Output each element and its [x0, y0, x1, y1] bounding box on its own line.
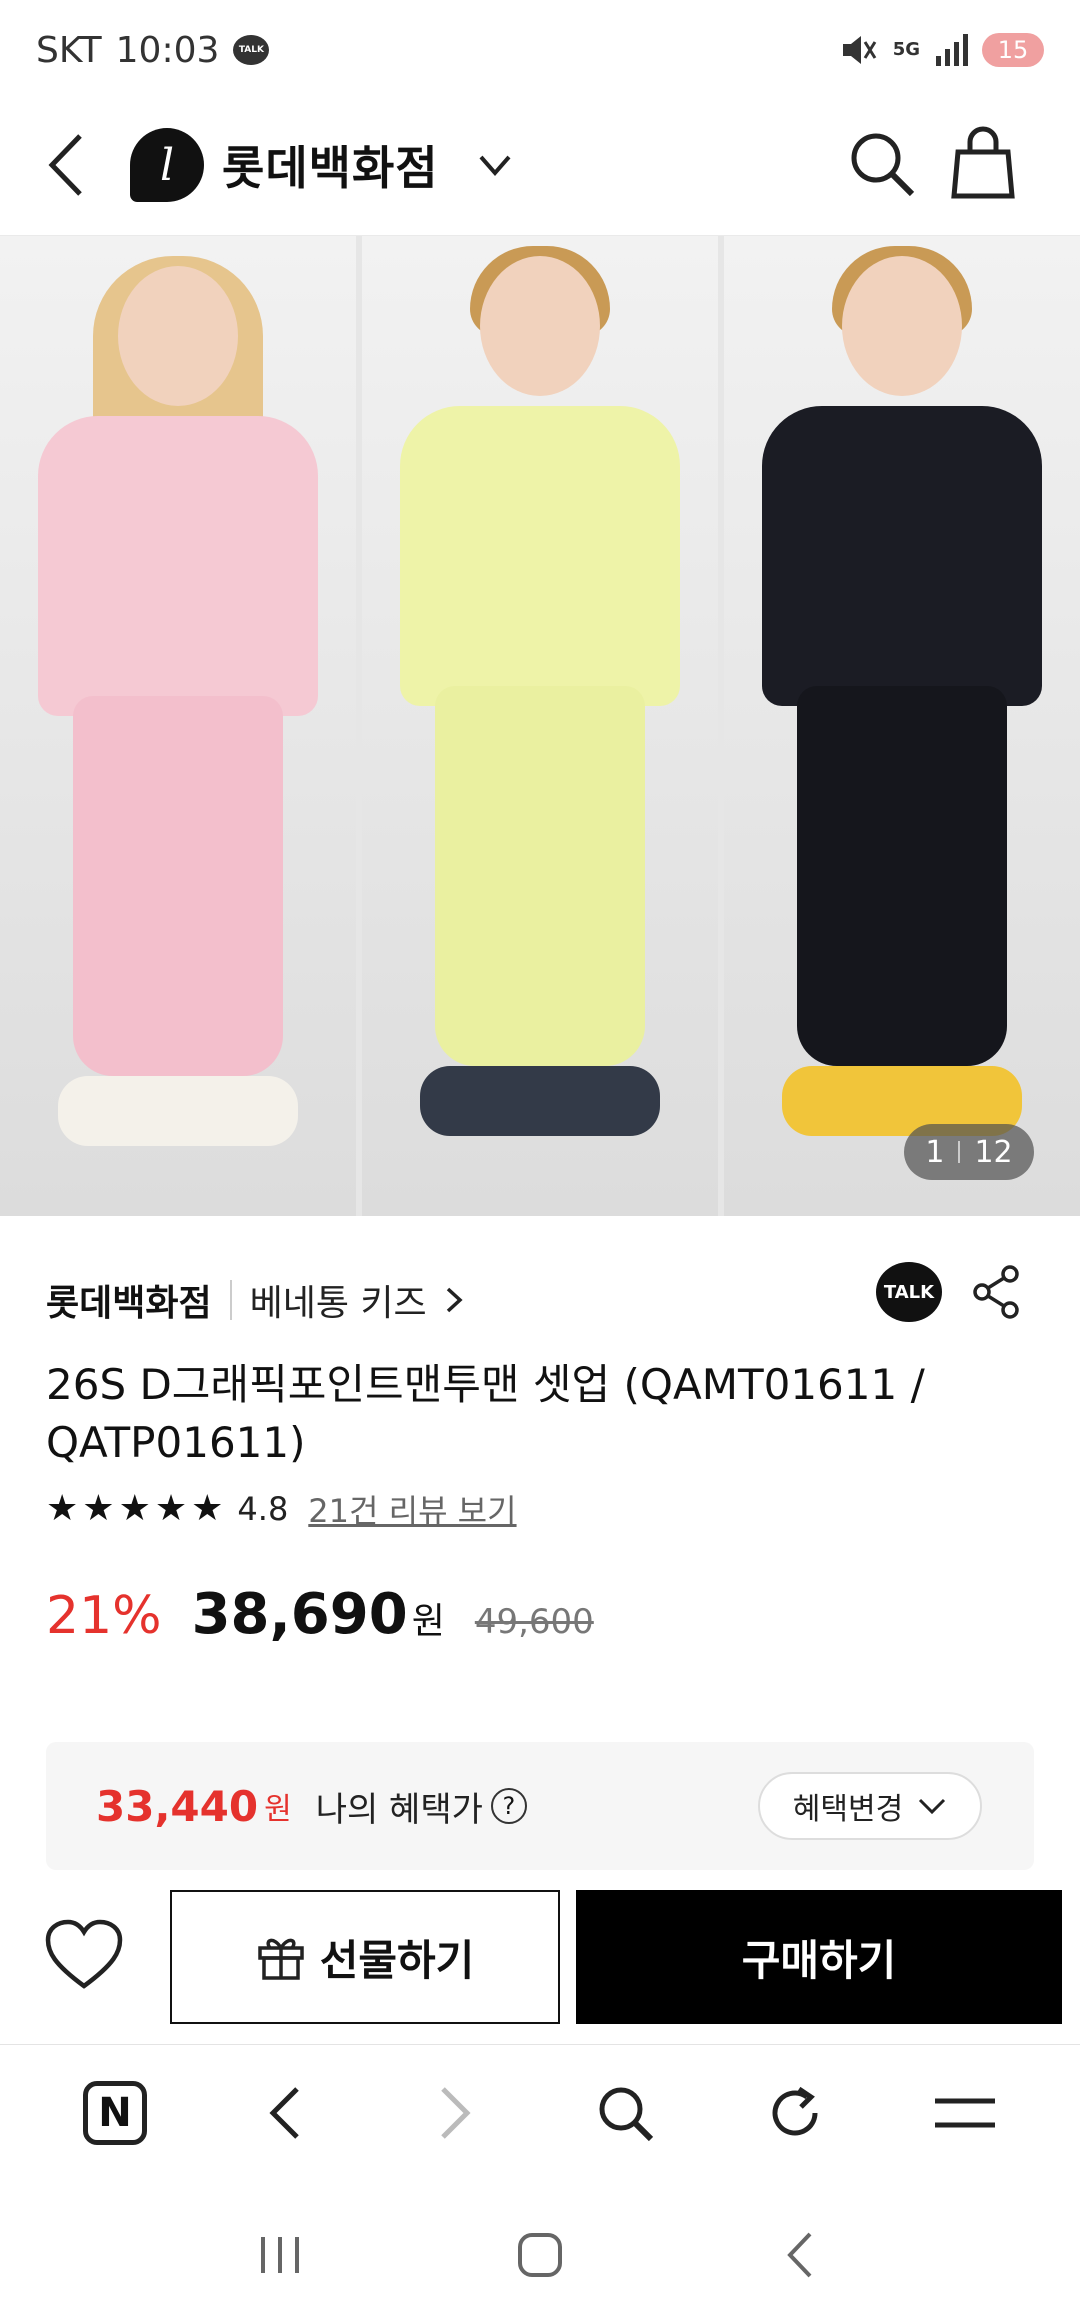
- brand-selector[interactable]: l 롯데백화점: [130, 128, 515, 202]
- brand-store-link[interactable]: 베네통 키즈: [250, 1274, 465, 1326]
- model-figure: [28, 256, 328, 1156]
- network-5g-icon: 5G: [892, 39, 920, 60]
- back-arrow-icon: [269, 2086, 299, 2139]
- browser-search-button[interactable]: [585, 2073, 665, 2153]
- benefit-change-label: 혜택변경: [792, 1792, 904, 1827]
- heart-icon[interactable]: [44, 1916, 124, 1996]
- benefit-label: 나의 혜택가: [315, 1789, 483, 1830]
- counter-divider: [958, 1141, 961, 1163]
- model-figure: [390, 246, 690, 1146]
- brand-store-label: 베네통 키즈: [249, 1283, 427, 1324]
- star-icon: ★: [82, 1488, 115, 1529]
- share-icon[interactable]: [972, 1264, 1022, 1320]
- gallery-image-black-set: 1 12: [724, 236, 1080, 1216]
- star-icon: ★: [154, 1488, 188, 1529]
- signal-icon: [936, 34, 968, 66]
- help-icon[interactable]: ?: [490, 1788, 527, 1824]
- status-right: 5G 15: [839, 32, 1044, 68]
- refresh-icon: [772, 2086, 818, 2135]
- gallery-current-page: 1: [925, 1134, 945, 1170]
- shopping-bag-icon[interactable]: [950, 126, 1016, 200]
- lotte-logo-icon: l: [130, 128, 204, 202]
- gallery-image-yellow-set: [362, 236, 718, 1216]
- hamburger-menu-icon: [935, 2098, 995, 2127]
- browser-menu-button[interactable]: [925, 2073, 1005, 2153]
- purchase-action-bar: 선물하기 구매하기: [0, 1890, 1080, 2026]
- discount-rate: 21%: [46, 1586, 162, 1646]
- sale-price: 38,690: [191, 1582, 408, 1647]
- seller-row: 롯데백화점 베네통 키즈: [46, 1274, 465, 1326]
- mute-icon: [842, 36, 876, 64]
- gallery-image-pink-set: [0, 236, 356, 1216]
- review-link[interactable]: 21건 리뷰 보기: [308, 1486, 516, 1532]
- benefit-change-button[interactable]: 혜택변경: [758, 1772, 982, 1840]
- gallery-total-pages: 12: [974, 1134, 1013, 1170]
- browser-toolbar: N: [0, 2044, 1080, 2180]
- price-currency: 원: [411, 1601, 445, 1642]
- rating-row: ★ ★ ★ ★ ★ 4.8 21건 리뷰 보기: [46, 1486, 517, 1532]
- product-image-gallery[interactable]: 1 12: [0, 236, 1080, 1216]
- gallery-page-counter: 1 12: [904, 1124, 1034, 1180]
- recent-apps-button[interactable]: [240, 2215, 320, 2295]
- my-benefit-price-box: 33,440 원 나의 혜택가 ? 혜택변경: [46, 1742, 1034, 1870]
- status-bar: SKT 10:03 TALK 5G 15: [0, 0, 1080, 100]
- recent-apps-icon: [261, 2237, 299, 2273]
- system-back-icon: [787, 2232, 812, 2278]
- product-title: 26S D그래픽포인트맨투맨 셋업 (QAMT01611 / QATP01611…: [46, 1360, 925, 1467]
- rating-stars: ★ ★ ★ ★ ★: [46, 1491, 223, 1527]
- gift-icon: [257, 1938, 304, 1980]
- benefit-price: 33,440: [96, 1781, 259, 1831]
- home-button[interactable]: [500, 2215, 580, 2295]
- home-icon: [518, 2233, 562, 2277]
- back-icon[interactable]: [38, 130, 98, 200]
- app-header: l 롯데백화점: [0, 100, 1080, 236]
- browser-back-button[interactable]: [245, 2073, 325, 2153]
- naver-home-icon: N: [83, 2080, 147, 2145]
- seller-name: 롯데백화점: [46, 1283, 212, 1324]
- gift-button[interactable]: 선물하기: [170, 1890, 560, 2024]
- browser-refresh-button[interactable]: [755, 2073, 835, 2153]
- kakaotalk-notification-icon: TALK: [233, 35, 270, 65]
- rating-value: 4.8: [237, 1490, 289, 1528]
- brand-name: 롯데백화점: [222, 141, 439, 195]
- seller-divider: [229, 1280, 232, 1320]
- buy-button[interactable]: 구매하기: [576, 1890, 1062, 2024]
- price-row: 21% 38,690 원 49,600: [46, 1582, 594, 1647]
- original-price: 49,600: [474, 1602, 594, 1642]
- battery-indicator: 15: [982, 33, 1044, 67]
- chevron-down-icon: [479, 155, 511, 177]
- status-left: SKT 10:03 TALK: [36, 29, 270, 71]
- star-icon: ★: [191, 1488, 224, 1529]
- star-icon: ★: [46, 1488, 79, 1529]
- search-icon: [599, 2087, 654, 2141]
- kakaotalk-chat-button[interactable]: TALK: [876, 1262, 942, 1322]
- star-icon: ★: [118, 1488, 151, 1529]
- browser-home-button[interactable]: N: [75, 2073, 155, 2153]
- system-back-button[interactable]: [760, 2215, 840, 2295]
- android-navigation-bar: [0, 2200, 1080, 2310]
- browser-forward-button[interactable]: [415, 2073, 495, 2153]
- chevron-down-icon: [919, 1798, 946, 1815]
- model-figure: [752, 246, 1052, 1146]
- clock: 10:03: [115, 29, 220, 71]
- chevron-right-icon: [446, 1287, 463, 1313]
- benefit-currency: 원: [264, 1792, 292, 1827]
- forward-arrow-icon: [441, 2086, 471, 2139]
- search-icon[interactable]: [846, 128, 916, 198]
- gift-button-label: 선물하기: [319, 1935, 475, 1985]
- carrier-label: SKT: [36, 29, 102, 71]
